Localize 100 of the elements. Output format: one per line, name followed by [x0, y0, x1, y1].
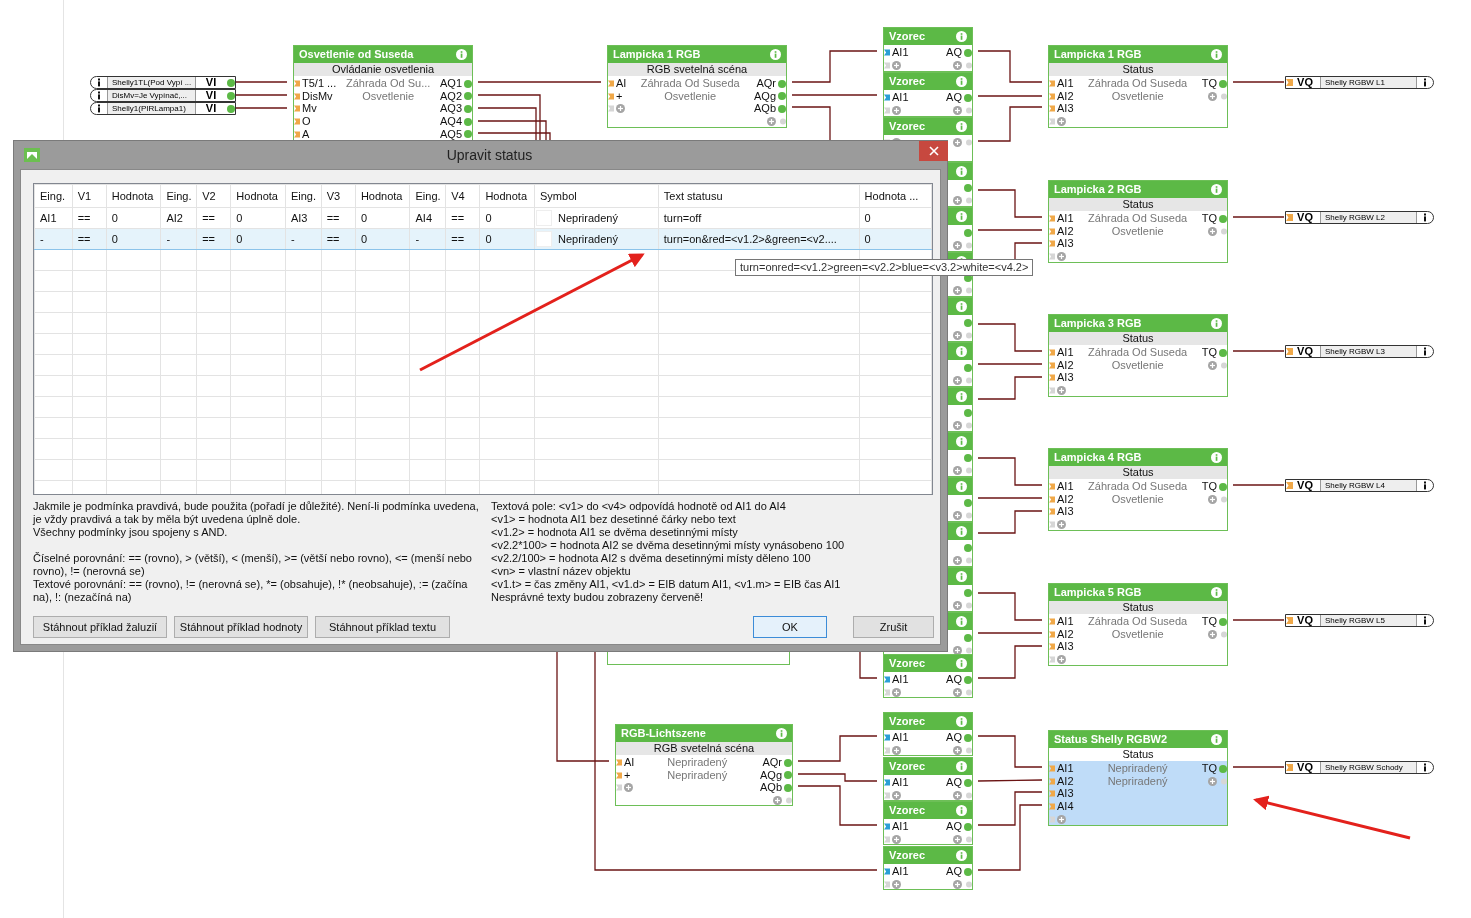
add-icon[interactable] — [953, 330, 962, 340]
add-icon[interactable] — [953, 510, 962, 520]
dialog-button[interactable]: Stáhnout příklad hodnoty — [174, 616, 308, 638]
port-icon[interactable] — [1049, 118, 1055, 126]
info-icon[interactable] — [96, 91, 102, 100]
input-port-icon[interactable] — [884, 868, 890, 875]
add-icon[interactable] — [1208, 91, 1217, 101]
input-port-icon[interactable] — [1286, 214, 1293, 221]
port-icon[interactable] — [608, 105, 614, 113]
formula-block[interactable]: Vzorec AI1 AQ — [883, 801, 973, 845]
add-icon[interactable] — [1057, 814, 1066, 824]
port-icon[interactable] — [884, 746, 890, 754]
add-icon[interactable] — [953, 790, 962, 800]
port-icon[interactable] — [884, 835, 890, 843]
port-icon[interactable] — [966, 746, 972, 754]
dialog-button[interactable]: OK — [753, 616, 827, 638]
output-port-icon[interactable] — [964, 633, 972, 642]
port-icon[interactable] — [884, 880, 890, 888]
port-icon[interactable] — [966, 646, 972, 654]
add-icon[interactable] — [953, 60, 962, 70]
port-icon[interactable] — [1221, 92, 1227, 100]
add-icon[interactable] — [1057, 519, 1066, 529]
info-icon[interactable] — [1422, 616, 1428, 625]
function-block[interactable]: Status Shelly RGBW2 Status AI1 AI2 AI3 AI4 Nepriradený Nepriradený TQ — [1048, 730, 1228, 826]
input-port-icon[interactable] — [884, 49, 890, 56]
output-reference[interactable]: VQ Shelly RGBW Schody — [1285, 761, 1434, 774]
column-header[interactable]: Symbol — [540, 190, 577, 202]
function-block[interactable]: RGB-Lichtszene RGB svetelná scéna AI + Nepriradený Nepriradený AQr AQg AQb — [615, 724, 793, 806]
port-icon[interactable] — [966, 331, 972, 339]
add-icon[interactable] — [953, 105, 962, 115]
table-row[interactable]: - == 0 - == 0 - == 0 - == 0 Nepriradený turn=on&red=<v1.2>&green=<v2.... 0 — [34, 228, 932, 250]
port-icon[interactable] — [966, 791, 972, 799]
output-port-icon[interactable] — [1219, 348, 1227, 357]
output-port-icon[interactable] — [964, 318, 972, 327]
port-icon[interactable] — [966, 601, 972, 609]
input-port-icon[interactable] — [1286, 482, 1293, 489]
add-icon[interactable] — [1208, 226, 1217, 236]
formula-block[interactable]: Vzorec AI1 AQ — [883, 712, 973, 756]
output-port-icon[interactable] — [964, 498, 972, 507]
function-block[interactable]: Lampicka 4 RGB Status AI1 AI2 AI3 Záhrada Od Suseda Osvetlenie TQ — [1048, 448, 1228, 531]
info-icon[interactable] — [1422, 213, 1428, 222]
output-port-icon[interactable] — [964, 675, 972, 684]
info-icon[interactable] — [96, 104, 102, 113]
input-port-icon[interactable] — [884, 676, 890, 683]
output-port-icon[interactable] — [964, 543, 972, 552]
port-icon[interactable] — [966, 556, 972, 564]
port-icon[interactable] — [1049, 387, 1055, 395]
function-block[interactable]: Lampicka 1 RGB Status AI1 AI2 AI3 Záhrada Od Suseda Osvetlenie TQ — [1048, 45, 1228, 128]
output-port-icon[interactable] — [964, 93, 972, 102]
port-icon[interactable] — [966, 106, 972, 114]
table-row[interactable]: AI1 == 0 AI2 == 0 AI3 == 0 AI4 == 0 Nepriradený turn=off 0 — [34, 207, 932, 229]
column-header[interactable]: V4 — [451, 190, 465, 202]
add-icon[interactable] — [624, 783, 633, 793]
add-icon[interactable] — [616, 104, 625, 114]
add-icon[interactable] — [892, 879, 901, 889]
port-icon[interactable] — [786, 797, 792, 805]
port-icon[interactable] — [1221, 361, 1227, 369]
input-port-icon[interactable] — [884, 734, 890, 741]
dialog-button[interactable]: Stáhnout příklad žaluzií — [33, 616, 167, 638]
add-icon[interactable] — [892, 105, 901, 115]
add-icon[interactable] — [767, 116, 776, 126]
add-icon[interactable] — [1208, 629, 1217, 639]
add-icon[interactable] — [1057, 251, 1066, 261]
info-icon[interactable] — [96, 78, 102, 87]
add-icon[interactable] — [953, 600, 962, 610]
output-port-icon[interactable] — [964, 733, 972, 742]
port-icon[interactable] — [616, 784, 622, 792]
output-port-icon[interactable] — [1219, 617, 1227, 626]
port-icon[interactable] — [1049, 656, 1055, 664]
input-reference[interactable]: DisMv=Je Vypínač,... VI — [90, 89, 236, 102]
port-icon[interactable] — [1221, 227, 1227, 235]
add-icon[interactable] — [953, 834, 962, 844]
output-port-icon[interactable] — [964, 822, 972, 831]
port-icon[interactable] — [966, 421, 972, 429]
function-block[interactable]: Lampicka 2 RGB Status AI1 AI2 AI3 Záhrada Od Suseda Osvetlenie TQ — [1048, 180, 1228, 263]
port-icon[interactable] — [966, 511, 972, 519]
output-port-icon[interactable] — [964, 183, 972, 192]
info-icon[interactable] — [1422, 481, 1428, 490]
output-port-icon[interactable] — [964, 867, 972, 876]
formula-block[interactable]: Vzorec AI1 AQ — [883, 846, 973, 890]
port-icon[interactable] — [966, 880, 972, 888]
add-icon[interactable] — [1057, 654, 1066, 664]
output-port-icon[interactable] — [964, 778, 972, 787]
port-icon[interactable] — [966, 688, 972, 696]
add-icon[interactable] — [953, 465, 962, 475]
add-icon[interactable] — [953, 137, 962, 147]
output-port-icon[interactable] — [1219, 79, 1227, 88]
info-icon[interactable] — [1422, 78, 1428, 87]
port-icon[interactable] — [884, 61, 890, 69]
function-block[interactable]: Lampicka 1 RGB RGB svetelná scéna AI + Záhrada Od Suseda Osvetlenie AQr AQg AQb — [607, 45, 787, 128]
output-reference[interactable]: VQ Shelly RGBW L1 — [1285, 76, 1434, 89]
add-icon[interactable] — [953, 420, 962, 430]
port-icon[interactable] — [966, 466, 972, 474]
formula-block[interactable]: Vzorec AI1 AQ — [883, 72, 973, 117]
input-port-icon[interactable] — [884, 94, 890, 101]
info-icon[interactable] — [1422, 347, 1428, 356]
formula-block[interactable]: Vzorec AI1 AQ — [883, 654, 973, 698]
formula-block[interactable]: Vzorec AI1 AQ — [883, 757, 973, 801]
output-port-icon[interactable] — [1219, 482, 1227, 491]
add-icon[interactable] — [953, 375, 962, 385]
